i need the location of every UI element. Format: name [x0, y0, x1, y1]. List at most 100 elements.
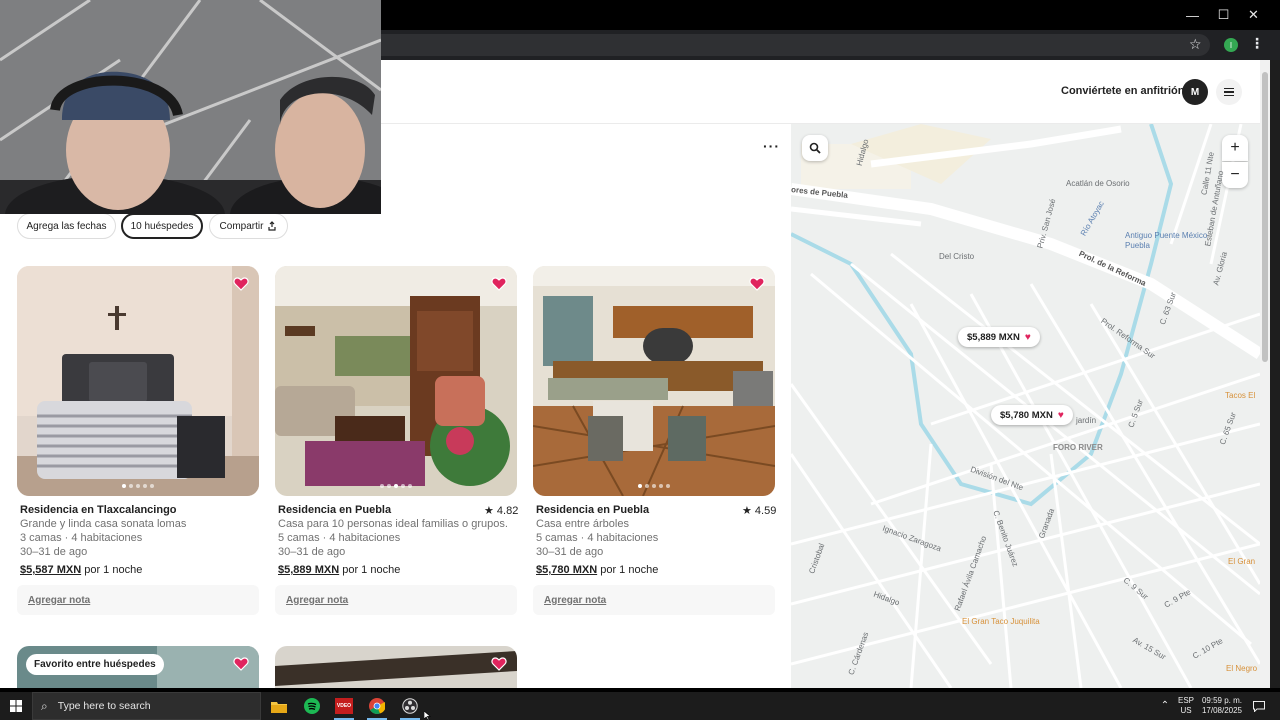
listing-photo-1[interactable] — [17, 266, 259, 496]
map-price-pin[interactable]: $5,780 MXN ♥ — [991, 405, 1073, 425]
guests-button[interactable]: 10 huéspedes — [121, 213, 203, 239]
mouse-cursor-icon — [424, 711, 432, 720]
listing-description: Grande y linda casa sonata lomas — [20, 518, 187, 530]
vdeo-app-icon[interactable]: VDEO — [328, 694, 360, 720]
profile-avatar[interactable]: I — [1224, 38, 1238, 52]
add-note-label: Agregar nota — [28, 594, 91, 606]
webcam-video — [0, 0, 381, 214]
heart-icon: ♥ — [1024, 331, 1031, 343]
map-label: El Negro — [1226, 664, 1258, 673]
heart-icon[interactable] — [491, 656, 507, 672]
map-price-pin[interactable]: $5,889 MXN ♥ — [958, 327, 1040, 347]
windows-taskbar: ⌕ Type here to search VDEO ⌃ ESP US 09:5… — [0, 688, 1280, 720]
price-suffix: por 1 noche — [342, 564, 401, 576]
carousel-dots — [533, 484, 775, 488]
map-label: Del Cristo — [939, 252, 975, 261]
webcam-overlay — [0, 0, 381, 214]
carousel-dots — [275, 484, 517, 488]
language-code: ESP — [1177, 696, 1194, 705]
listing-photo-3[interactable] — [533, 266, 775, 496]
search-icon: ⌕ — [41, 698, 48, 713]
clock[interactable]: 09:59 p. m. 17/08/2025 — [1198, 692, 1246, 720]
side-panel-edge — [1270, 60, 1280, 688]
listing-rating: ★ 4.59 — [742, 505, 777, 517]
map-label: El Gran — [1228, 557, 1256, 566]
bedroom-photo — [17, 266, 259, 496]
guests-label: 10 huéspedes — [130, 220, 194, 232]
map-panel[interactable]: + − $5,889 MXN ♥ $5,780 MXN ♥ Hidalgo ores… — [791, 124, 1260, 688]
heart-icon[interactable] — [233, 656, 249, 672]
scroll-thumb[interactable] — [1262, 72, 1268, 362]
taskbar-search[interactable]: ⌕ Type here to search — [32, 692, 261, 720]
price-amount: $5,587 MXN — [20, 564, 82, 576]
price-suffix: por 1 noche — [600, 564, 659, 576]
vdeo-label: VDEO — [335, 698, 353, 714]
price-amount: $5,780 MXN — [536, 564, 598, 576]
input-language[interactable]: ESP US — [1176, 692, 1196, 720]
listing-title: Residencia en Tlaxcalancingo — [20, 504, 177, 516]
listing-price[interactable]: $5,780 MXN por 1 noche — [536, 564, 658, 576]
become-host-link[interactable]: Conviértete en anfitrión — [1061, 85, 1184, 97]
bookmark-star-icon[interactable]: ☆ — [1189, 36, 1202, 53]
add-note-button[interactable]: Agregar nota — [17, 585, 259, 615]
pin-price: $5,780 MXN — [1000, 409, 1053, 421]
listing-title: Residencia en Puebla — [278, 504, 392, 516]
map-label: Tacos El — [1225, 391, 1256, 400]
share-button[interactable]: Compartir — [209, 213, 288, 239]
price-suffix: por 1 noche — [84, 564, 143, 576]
zoom-in-button[interactable]: + — [1222, 135, 1248, 161]
close-button[interactable]: ✕ — [1238, 0, 1269, 30]
listing-rating: ★ 4.82 — [484, 505, 519, 517]
heart-icon[interactable] — [749, 276, 765, 292]
listing-price[interactable]: $5,889 MXN por 1 noche — [278, 564, 400, 576]
tray-overflow-icon[interactable]: ⌃ — [1158, 692, 1172, 720]
listing-beds: 3 camas · 4 habitaciones — [20, 532, 143, 544]
page-scrollbar[interactable] — [1260, 60, 1270, 688]
listing-dates: 30–31 de ago — [20, 546, 88, 558]
more-options-icon[interactable]: ··· — [763, 138, 780, 154]
add-note-label: Agregar nota — [544, 594, 607, 606]
chrome-icon[interactable] — [361, 694, 393, 720]
add-note-button[interactable]: Agregar nota — [275, 585, 517, 615]
zoom-out-button[interactable]: − — [1222, 162, 1248, 188]
listing-photo-2[interactable] — [275, 266, 517, 496]
map-search-icon[interactable] — [802, 135, 828, 161]
add-note-button[interactable]: Agregar nota — [533, 585, 775, 615]
map-label: Antiguo Puente México-Puebla — [1125, 231, 1210, 250]
heart-icon[interactable] — [491, 276, 507, 292]
add-dates-button[interactable]: Agrega las fechas — [17, 213, 116, 239]
guest-favorite-badge: Favorito entre huéspedes — [26, 654, 164, 675]
price-amount: $5,889 MXN — [278, 564, 340, 576]
notifications-icon[interactable] — [1250, 692, 1268, 720]
keyboard-layout: US — [1180, 706, 1192, 715]
listing-photo-preview — [275, 646, 517, 688]
heart-icon: ♥ — [1057, 409, 1064, 421]
obs-icon[interactable] — [394, 694, 426, 720]
map-label: Acatlán de Osorio — [1066, 179, 1130, 188]
user-avatar[interactable]: M — [1182, 79, 1208, 105]
windows-start-icon[interactable] — [0, 692, 32, 720]
maximize-button[interactable]: ☐ — [1208, 0, 1239, 30]
listing-photo-5[interactable] — [275, 646, 517, 688]
hamburger-menu-icon[interactable] — [1216, 79, 1242, 105]
screen: — ☐ ✕ ☆ I ⋮ Conviértete en anfitrión M ·… — [0, 0, 1280, 720]
listing-beds: 5 camas · 4 habitaciones — [536, 532, 659, 544]
browser-menu-icon[interactable]: ⋮ — [1250, 35, 1264, 52]
listing-dates: 30–31 de ago — [536, 546, 604, 558]
listing-title: Residencia en Puebla — [536, 504, 650, 516]
listing-price[interactable]: $5,587 MXN por 1 noche — [20, 564, 142, 576]
listing-dates: 30–31 de ago — [278, 546, 346, 558]
pin-price: $5,889 MXN — [967, 331, 1020, 343]
living-room-photo — [275, 266, 517, 496]
search-placeholder: Type here to search — [57, 700, 151, 712]
carousel-dots — [17, 484, 259, 488]
spotify-icon[interactable] — [296, 694, 328, 718]
file-explorer-icon[interactable] — [263, 694, 295, 718]
map-label: jardín — [1076, 416, 1097, 425]
add-dates-label: Agrega las fechas — [26, 220, 107, 232]
clock-time: 09:59 p. m. — [1201, 696, 1243, 705]
map-label: FORO RIVER — [1053, 443, 1103, 452]
map-label: El Gran Taco Juquilita — [962, 617, 1040, 626]
minimize-button[interactable]: — — [1177, 0, 1208, 30]
heart-icon[interactable] — [233, 276, 249, 292]
